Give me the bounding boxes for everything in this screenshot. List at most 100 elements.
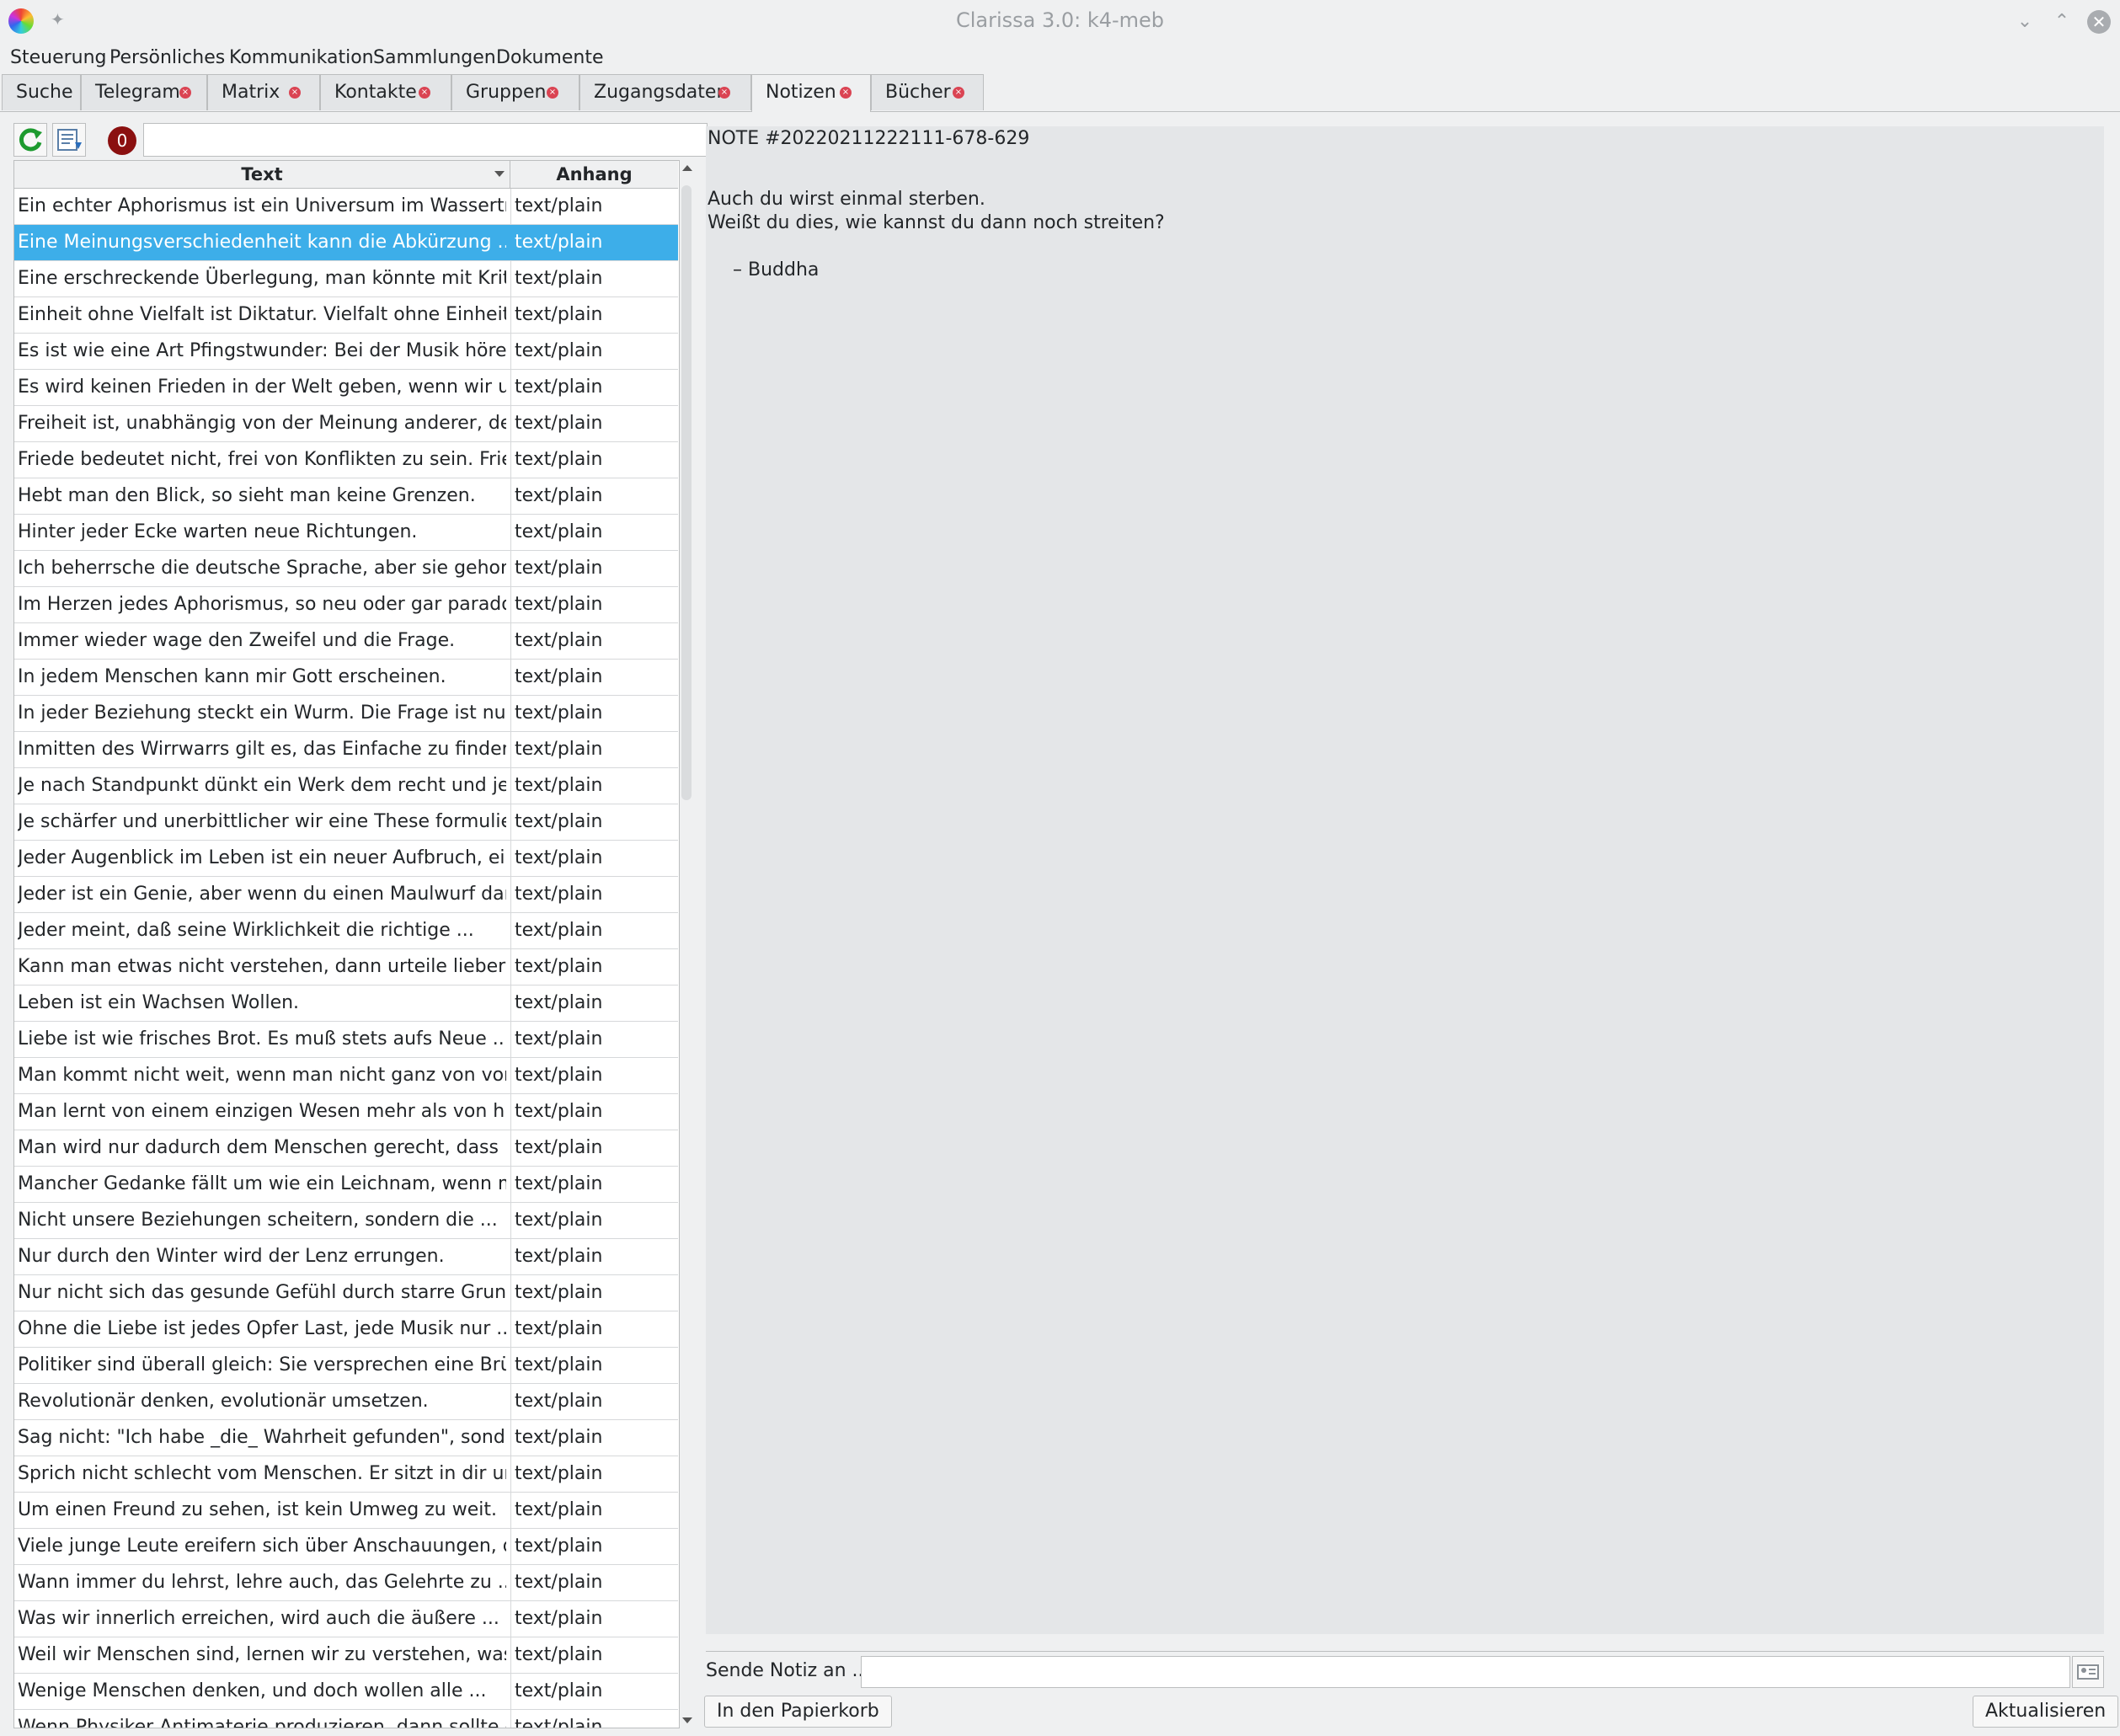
- tab-zugangsdaten[interactable]: Zugangsdaten ×: [579, 74, 751, 110]
- cell-text: Ohne die Liebe ist jedes Opfer Last, jed…: [18, 1318, 506, 1339]
- tab-telegram[interactable]: Telegram ×: [81, 74, 207, 110]
- table-row[interactable]: In jedem Menschen kann mir Gott erschein…: [14, 660, 678, 696]
- tab-close-icon[interactable]: ×: [718, 87, 730, 99]
- menu-kommunikation[interactable]: Kommunikation: [229, 47, 374, 68]
- table-row[interactable]: Weil wir Menschen sind, lernen wir zu ve…: [14, 1637, 678, 1674]
- table-row[interactable]: Was wir innerlich erreichen, wird auch d…: [14, 1601, 678, 1637]
- table-row[interactable]: Ich beherrsche die deutsche Sprache, abe…: [14, 551, 678, 587]
- tab-bar: Suche Telegram × Matrix × Kontakte × Gruppe…: [0, 74, 2120, 112]
- table-row[interactable]: Hebt man den Blick, so sieht man keine G…: [14, 478, 678, 515]
- scroll-down-icon[interactable]: [682, 1717, 692, 1723]
- table-row[interactable]: Einheit ohne Vielfalt ist Diktatur. Viel…: [14, 297, 678, 334]
- table-row[interactable]: In jeder Beziehung steckt ein Wurm. Die …: [14, 696, 678, 732]
- cell-anhang: text/plain: [510, 1130, 680, 1166]
- tab-buecher[interactable]: Bücher ×: [871, 74, 984, 110]
- table-row[interactable]: Freiheit ist, unabhängig von der Meinung…: [14, 406, 678, 442]
- table-row[interactable]: Liebe ist wie frisches Brot. Es muß stet…: [14, 1022, 678, 1058]
- cell-text: Es ist wie eine Art Pfingstwunder: Bei d…: [18, 340, 506, 361]
- tab-matrix[interactable]: Matrix ×: [207, 74, 320, 110]
- table-row[interactable]: Je nach Standpunkt dünkt ein Werk dem re…: [14, 768, 678, 804]
- close-icon[interactable]: ✕: [2087, 10, 2111, 34]
- tab-kontakte[interactable]: Kontakte ×: [320, 74, 451, 110]
- notes-table: Text Anhang Ein echter Aphorismus ist ei…: [13, 160, 694, 1728]
- tab-label: Bücher: [885, 82, 951, 103]
- filter-input[interactable]: [143, 123, 708, 157]
- trash-button[interactable]: In den Papierkorb: [704, 1696, 892, 1728]
- table-row[interactable]: Hinter jeder Ecke warten neue Richtungen…: [14, 515, 678, 551]
- cell-anhang: text/plain: [510, 1456, 680, 1492]
- table-row[interactable]: Politiker sind überall gleich: Sie versp…: [14, 1348, 678, 1384]
- table-row[interactable]: Im Herzen jedes Aphorismus, so neu oder …: [14, 587, 678, 623]
- cell-anhang: text/plain: [510, 877, 680, 912]
- tab-close-icon[interactable]: ×: [419, 87, 430, 99]
- table-row[interactable]: Wenige Menschen denken, und doch wollen …: [14, 1674, 678, 1710]
- cell-anhang: text/plain: [510, 1565, 680, 1600]
- tab-close-icon[interactable]: ×: [953, 87, 964, 99]
- scroll-up-icon[interactable]: [682, 165, 692, 171]
- maximize-icon[interactable]: ⌃: [2050, 10, 2074, 34]
- scrollbar-thumb[interactable]: [681, 185, 692, 800]
- table-row[interactable]: Eine Meinungsverschiedenheit kann die Ab…: [14, 225, 678, 261]
- menu-dokumente[interactable]: Dokumente: [496, 47, 603, 68]
- tab-label: Zugangsdaten: [594, 82, 729, 103]
- table-row[interactable]: Je schärfer und unerbittlicher wir eine …: [14, 804, 678, 841]
- table-row[interactable]: Eine erschreckende Überlegung, man könnt…: [14, 261, 678, 297]
- cell-anhang: text/plain: [510, 1529, 680, 1564]
- column-header-anhang[interactable]: Anhang: [510, 161, 678, 188]
- tab-suche[interactable]: Suche: [2, 74, 81, 110]
- note-text-line: Auch du wirst einmal sterben.: [708, 189, 985, 210]
- refresh-button[interactable]: [13, 123, 47, 157]
- menu-persoenliches[interactable]: Persönliches: [109, 47, 225, 68]
- table-row[interactable]: Kann man etwas nicht verstehen, dann urt…: [14, 949, 678, 986]
- cell-text: Sprich nicht schlecht vom Menschen. Er s…: [18, 1463, 506, 1484]
- tab-notizen[interactable]: Notizen ×: [751, 74, 871, 112]
- cell-anhang: text/plain: [510, 225, 680, 260]
- table-scrollbar[interactable]: [679, 160, 694, 1728]
- table-row[interactable]: Wenn Physiker Antimaterie produzieren, d…: [14, 1710, 678, 1728]
- table-row[interactable]: Jeder Augenblick im Leben ist ein neuer …: [14, 841, 678, 877]
- column-header-text[interactable]: Text: [14, 161, 510, 188]
- cell-anhang: text/plain: [510, 587, 680, 622]
- table-row[interactable]: Man kommt nicht weit, wenn man nicht gan…: [14, 1058, 678, 1094]
- table-row[interactable]: Sprich nicht schlecht vom Menschen. Er s…: [14, 1456, 678, 1493]
- export-button[interactable]: [52, 123, 86, 157]
- note-viewer[interactable]: NOTE #20220211222111-678-629 Auch du wir…: [706, 126, 2104, 1634]
- tab-gruppen[interactable]: Gruppen ×: [451, 74, 579, 110]
- cell-anhang: text/plain: [510, 1094, 680, 1130]
- tab-close-icon[interactable]: ×: [179, 87, 191, 99]
- tab-close-icon[interactable]: ×: [840, 87, 852, 99]
- table-row[interactable]: Mancher Gedanke fällt um wie ein Leichna…: [14, 1167, 678, 1203]
- table-row[interactable]: Friede bedeutet nicht, frei von Konflikt…: [14, 442, 678, 478]
- table-row[interactable]: Immer wieder wage den Zweifel und die Fr…: [14, 623, 678, 660]
- table-row[interactable]: Nur nicht sich das gesunde Gefühl durch …: [14, 1275, 678, 1311]
- tab-close-icon[interactable]: ×: [289, 87, 301, 99]
- update-button[interactable]: Aktualisieren: [1973, 1696, 2119, 1728]
- table-row[interactable]: Revolutionär denken, evolutionär umsetze…: [14, 1384, 678, 1420]
- menu-sammlungen[interactable]: Sammlungen: [373, 47, 496, 68]
- table-row[interactable]: Nur durch den Winter wird der Lenz errun…: [14, 1239, 678, 1275]
- contact-picker-button[interactable]: [2072, 1656, 2104, 1688]
- cell-text: Viele junge Leute ereifern sich über Ans…: [18, 1536, 506, 1557]
- table-row[interactable]: Ohne die Liebe ist jedes Opfer Last, jed…: [14, 1311, 678, 1348]
- tab-close-icon[interactable]: ×: [547, 87, 558, 99]
- table-row[interactable]: Leben ist ein Wachsen Wollen. text/plain: [14, 986, 678, 1022]
- minimize-icon[interactable]: ⌄: [2013, 10, 2037, 34]
- table-row[interactable]: Ein echter Aphorismus ist ein Universum …: [14, 189, 678, 225]
- menu-steuerung[interactable]: Steuerung: [10, 47, 107, 68]
- table-row[interactable]: Jeder ist ein Genie, aber wenn du einen …: [14, 877, 678, 913]
- table-row[interactable]: Um einen Freund zu sehen, ist kein Umweg…: [14, 1493, 678, 1529]
- table-row[interactable]: Es wird keinen Frieden in der Welt geben…: [14, 370, 678, 406]
- cell-text: Was wir innerlich erreichen, wird auch d…: [18, 1608, 499, 1629]
- send-note-recipient-input[interactable]: [861, 1656, 2070, 1688]
- table-row[interactable]: Viele junge Leute ereifern sich über Ans…: [14, 1529, 678, 1565]
- cell-text: Wenige Menschen denken, und doch wollen …: [18, 1680, 487, 1701]
- table-row[interactable]: Man lernt von einem einzigen Wesen mehr …: [14, 1094, 678, 1130]
- table-row[interactable]: Sag nicht: "Ich habe _die_ Wahrheit gefu…: [14, 1420, 678, 1456]
- table-row[interactable]: Jeder meint, daß seine Wirklichkeit die …: [14, 913, 678, 949]
- table-row[interactable]: Es ist wie eine Art Pfingstwunder: Bei d…: [14, 334, 678, 370]
- table-row[interactable]: Man wird nur dadurch dem Menschen gerech…: [14, 1130, 678, 1167]
- table-row[interactable]: Inmitten des Wirrwarrs gilt es, das Einf…: [14, 732, 678, 768]
- cell-text: Wenn Physiker Antimaterie produzieren, d…: [18, 1717, 506, 1728]
- table-row[interactable]: Wann immer du lehrst, lehre auch, das Ge…: [14, 1565, 678, 1601]
- table-row[interactable]: Nicht unsere Beziehungen scheitern, sond…: [14, 1203, 678, 1239]
